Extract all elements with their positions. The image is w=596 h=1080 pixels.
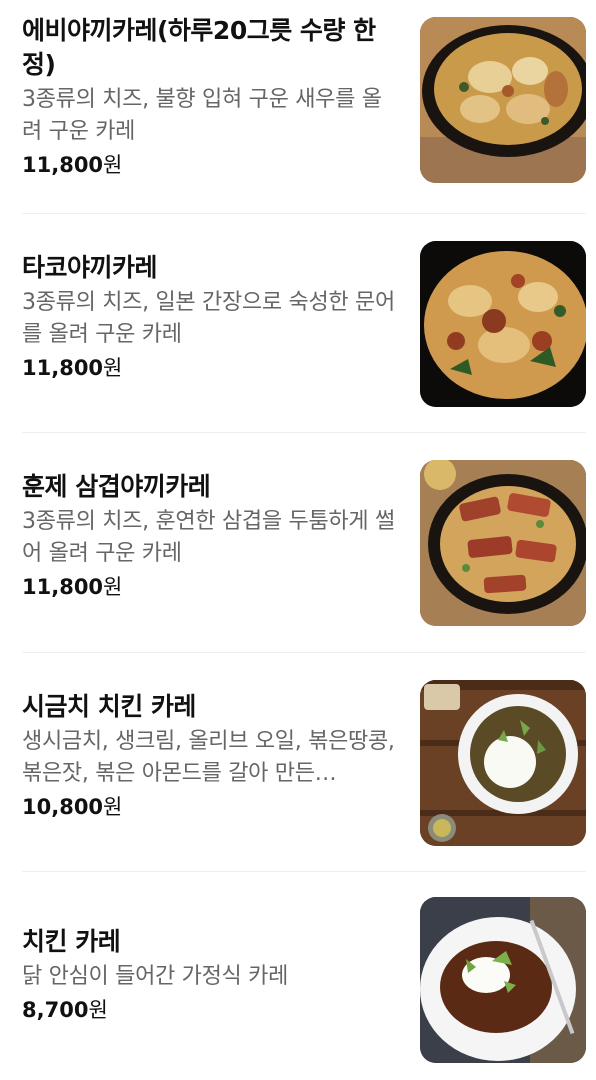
menu-item-description: 3종류의 치즈, 일본 간장으로 숙성한 문어를 올려 구운 카레 xyxy=(22,290,395,347)
menu-item-description: 3종류의 치즈, 훈연한 삼겹을 두툼하게 썰어 올려 구운 카레 xyxy=(22,509,395,566)
price-value: 8,700 xyxy=(22,998,89,1022)
menu-item-name: 훈제 삼겹야끼카레 xyxy=(22,472,211,501)
menu-item-price: 8,700원 xyxy=(22,995,400,1025)
menu-item-text: 시금치 치킨 카레 생시금치, 생크림, 올리브 오일, 볶은땅콩, 볶은잣, … xyxy=(22,690,400,846)
menu-item-chicken-curry[interactable]: 치킨 카레 닭 안심이 들어간 가정식 카레 8,700원 xyxy=(22,897,586,1063)
menu-item-smoked-pork-belly-curry[interactable]: 훈제 삼겹야끼카레 3종류의 치즈, 훈연한 삼겹을 두툼하게 썰어 올려 구운… xyxy=(22,460,586,626)
menu-item-name: 시금치 치킨 카레 xyxy=(22,692,196,721)
menu-item-ebi-yaki-curry[interactable]: 에비야끼카레(하루20그릇 수량 한정) 3종류의 치즈, 불향 입혀 구운 새… xyxy=(22,14,586,183)
price-value: 11,800 xyxy=(22,575,104,599)
menu-item-tako-yaki-curry[interactable]: 타코야끼카레 3종류의 치즈, 일본 간장으로 숙성한 문어를 올려 구운 카레… xyxy=(22,241,586,407)
price-currency: 원 xyxy=(103,356,123,380)
menu-item-photo[interactable] xyxy=(420,460,586,626)
menu-item-name: 에비야끼카레(하루20그릇 수량 한정) xyxy=(22,16,376,79)
price-currency: 원 xyxy=(103,795,123,819)
divider xyxy=(22,652,586,653)
menu-item-photo[interactable] xyxy=(420,680,586,846)
menu-item-price: 11,800원 xyxy=(22,572,400,602)
price-value: 11,800 xyxy=(22,153,104,177)
price-value: 11,800 xyxy=(22,356,104,380)
menu-item-name: 치킨 카레 xyxy=(22,927,121,956)
menu-item-description: 생시금치, 생크림, 올리브 오일, 볶은땅콩, 볶은잣, 볶은 아몬드를 갈아… xyxy=(22,729,395,786)
price-value: 10,800 xyxy=(22,795,104,819)
chicken-curry-photo xyxy=(420,897,586,1063)
menu-item-price: 10,800원 xyxy=(22,792,400,822)
menu-item-text: 타코야끼카레 3종류의 치즈, 일본 간장으로 숙성한 문어를 올려 구운 카레… xyxy=(22,251,400,407)
smoked-pork-belly-curry-photo xyxy=(420,460,586,626)
price-currency: 원 xyxy=(103,575,123,599)
divider xyxy=(22,213,586,214)
menu-item-price: 11,800원 xyxy=(22,353,400,383)
menu-item-description: 3종류의 치즈, 불향 입혀 구운 새우를 올려 구운 카레 xyxy=(22,87,382,144)
menu-item-text: 훈제 삼겹야끼카레 3종류의 치즈, 훈연한 삼겹을 두툼하게 썰어 올려 구운… xyxy=(22,470,400,626)
octopus-cheese-curry-photo xyxy=(420,241,586,407)
spinach-chicken-curry-photo xyxy=(420,680,586,846)
price-currency: 원 xyxy=(103,153,123,177)
menu-item-spinach-chicken-curry[interactable]: 시금치 치킨 카레 생시금치, 생크림, 올리브 오일, 볶은땅콩, 볶은잣, … xyxy=(22,680,586,846)
menu-item-photo[interactable] xyxy=(420,241,586,407)
menu-item-price: 11,800원 xyxy=(22,150,400,180)
menu-item-description: 닭 안심이 들어간 가정식 카레 xyxy=(22,964,289,989)
menu-list: 에비야끼카레(하루20그릇 수량 한정) 3종류의 치즈, 불향 입혀 구운 새… xyxy=(0,0,596,1080)
menu-item-name: 타코야끼카레 xyxy=(22,253,158,282)
shrimp-cheese-curry-photo xyxy=(420,17,586,183)
divider xyxy=(22,432,586,433)
divider xyxy=(22,871,586,872)
menu-item-text: 에비야끼카레(하루20그릇 수량 한정) 3종류의 치즈, 불향 입혀 구운 새… xyxy=(22,14,400,183)
menu-item-photo[interactable] xyxy=(420,897,586,1063)
menu-item-text: 치킨 카레 닭 안심이 들어간 가정식 카레 8,700원 xyxy=(22,925,400,1063)
menu-item-photo[interactable] xyxy=(420,17,586,183)
price-currency: 원 xyxy=(88,998,108,1022)
